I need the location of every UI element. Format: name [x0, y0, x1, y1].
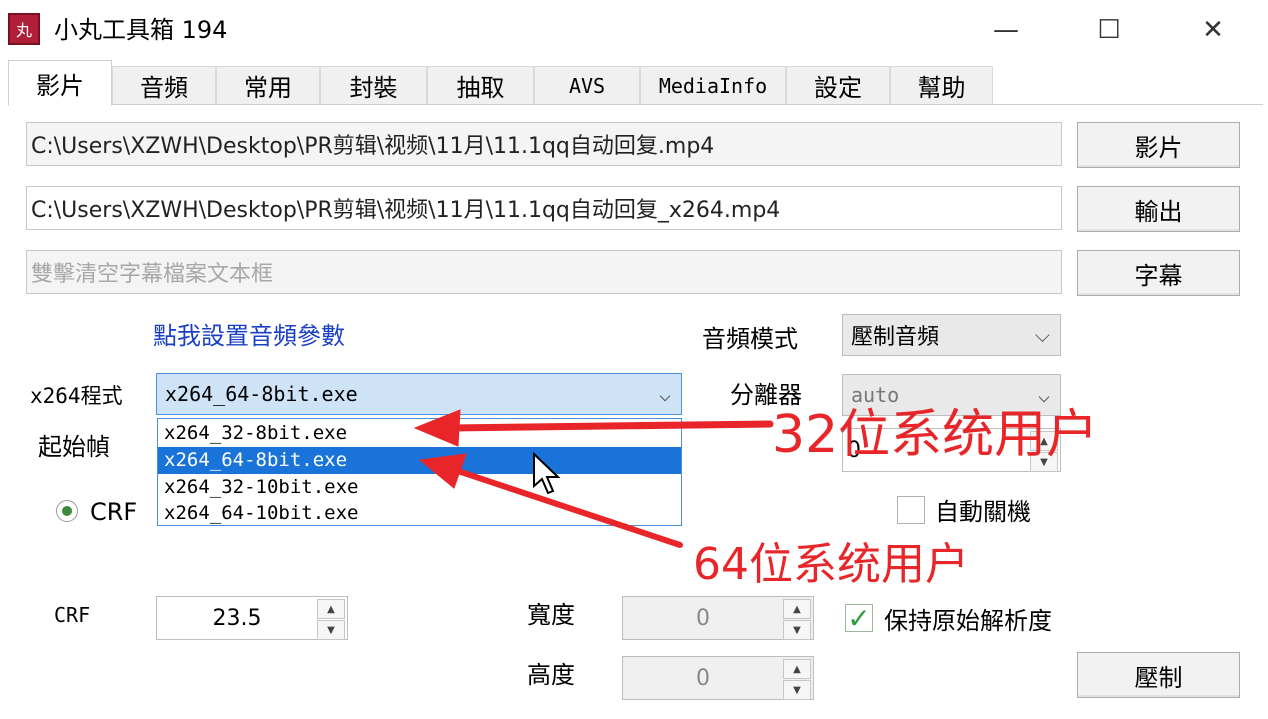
x264-option-32-10bit[interactable]: x264_32-10bit.exe [158, 474, 681, 501]
height-value: 0 [696, 665, 710, 691]
output-button[interactable]: 輸出 [1077, 186, 1240, 232]
crf-label: CRF [54, 603, 91, 627]
height-input[interactable]: 0 ▲ ▼ [622, 656, 814, 700]
keep-resolution-label: 保持原始解析度 [884, 607, 1052, 635]
tab-help[interactable]: 幫助 [890, 66, 993, 104]
window-title: 小丸工具箱 194 [54, 16, 228, 44]
auto-shutdown-checkbox[interactable] [897, 496, 925, 524]
spin-up-icon[interactable]: ▲ [317, 599, 345, 619]
tab-video[interactable]: 影片 [8, 60, 112, 106]
width-stepper[interactable]: ▲ ▼ [783, 599, 811, 640]
auto-shutdown-label: 自動關機 [935, 498, 1031, 526]
tab-common[interactable]: 常用 [216, 66, 320, 104]
keep-resolution-checkbox[interactable]: ✓ [845, 602, 873, 635]
crf-stepper[interactable]: ▲ ▼ [317, 599, 345, 640]
width-value: 0 [696, 605, 710, 631]
spin-down-icon[interactable]: ▼ [783, 680, 811, 700]
close-button[interactable]: ✕ [1178, 4, 1248, 56]
x264-program-value: x264_64-8bit.exe [165, 382, 358, 406]
spin-up-icon[interactable]: ▲ [783, 659, 811, 679]
width-input[interactable]: 0 ▲ ▼ [622, 596, 814, 640]
x264-option-32-8bit[interactable]: x264_32-8bit.exe [158, 420, 681, 447]
crf-radio[interactable] [56, 500, 78, 522]
input-video-path[interactable]: C:\Users\XZWH\Desktop\PR剪辑\视频\11月\11.1qq… [26, 122, 1062, 166]
output-path[interactable]: C:\Users\XZWH\Desktop\PR剪辑\视频\11月\11.1qq… [26, 186, 1062, 230]
spin-down-icon[interactable]: ▼ [317, 620, 345, 640]
checkmark-icon: ✓ [847, 602, 871, 635]
minimize-button[interactable]: — [971, 4, 1041, 56]
tab-mediainfo[interactable]: MediaInfo [640, 66, 786, 104]
width-label: 寬度 [527, 601, 575, 629]
maximize-button[interactable]: ☐ [1074, 4, 1144, 56]
x264-program-select[interactable]: x264_64-8bit.exe ⌵ [156, 373, 682, 415]
x264-dropdown-list: x264_32-8bit.exe x264_64-8bit.exe x264_3… [157, 418, 682, 526]
crf-value: 23.5 [212, 605, 262, 631]
start-frame-label: 起始幀 [38, 433, 110, 461]
audio-settings-link[interactable]: 點我設置音頻參數 [153, 316, 345, 351]
tab-mux[interactable]: 封裝 [320, 66, 427, 104]
mouse-cursor-icon [533, 452, 561, 495]
audio-mode-select[interactable]: 壓制音頻 ⌵ [842, 314, 1061, 356]
spin-up-icon[interactable]: ▲ [783, 599, 811, 619]
spin-down-icon[interactable]: ▼ [783, 620, 811, 640]
audio-mode-value: 壓制音頻 [851, 325, 940, 350]
height-stepper[interactable]: ▲ ▼ [783, 659, 811, 700]
chevron-down-icon: ⌵ [1034, 323, 1050, 347]
crf-radio-label: CRF [90, 498, 138, 526]
tab-settings[interactable]: 設定 [786, 66, 890, 104]
x264-option-64-10bit[interactable]: x264_64-10bit.exe [158, 500, 681, 527]
chevron-down-icon: ⌵ [658, 382, 671, 406]
subtitle-button[interactable]: 字幕 [1077, 250, 1240, 296]
tab-avs[interactable]: AVS [534, 66, 640, 104]
encode-button[interactable]: 壓制 [1077, 652, 1240, 698]
app-icon: 丸 [8, 13, 40, 45]
annotation-32bit-text: 32位系统用户 [772, 405, 1099, 465]
tab-audio[interactable]: 音頻 [112, 66, 216, 104]
crf-input[interactable]: 23.5 ▲ ▼ [156, 596, 348, 640]
tab-extract[interactable]: 抽取 [427, 66, 534, 104]
audio-mode-label: 音頻模式 [702, 325, 798, 353]
x264-option-64-8bit[interactable]: x264_64-8bit.exe [158, 447, 681, 474]
annotation-64bit-text: 64位系统用户 [693, 539, 969, 590]
subtitle-path[interactable]: 雙擊清空字幕檔案文本框 [26, 250, 1062, 294]
height-label: 高度 [527, 661, 575, 689]
x264-program-label: x264程式 [30, 384, 123, 408]
select-video-button[interactable]: 影片 [1077, 122, 1240, 168]
